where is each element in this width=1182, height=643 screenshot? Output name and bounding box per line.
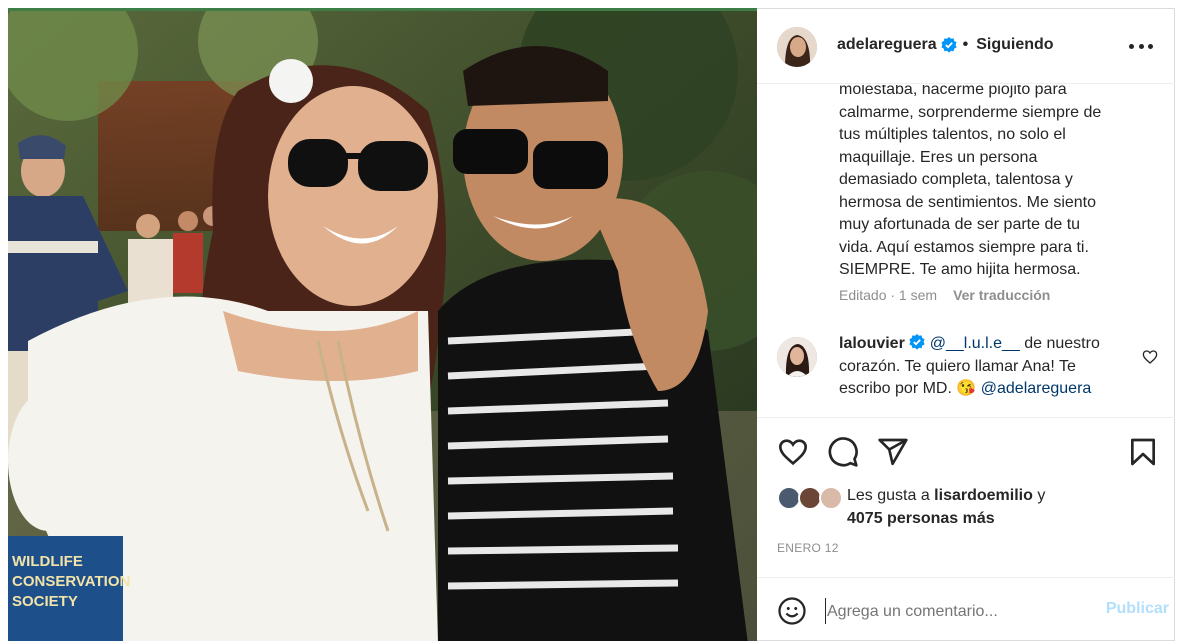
- liker-avatars[interactable]: [777, 486, 843, 510]
- caption-line: calmarme, sorprenderme siempre de: [839, 103, 1102, 121]
- kiss-emoji: 😘: [956, 380, 977, 397]
- caption-line: vida. Aquí estamos siempre para ti.: [839, 238, 1089, 256]
- caption-line: demasiado completa, talentosa y: [839, 171, 1073, 188]
- post-photo[interactable]: WILDLIFE CONSERVATION SOCIETY: [8, 8, 757, 641]
- see-translation-link[interactable]: Ver traducción: [953, 287, 1050, 303]
- following-button[interactable]: Siguiendo: [976, 36, 1053, 54]
- caption-line: hermosa de sentimientos. Me siento: [839, 193, 1097, 211]
- comment-like-heart-icon[interactable]: [1142, 349, 1158, 365]
- likes-count[interactable]: 4075 personas más: [847, 510, 995, 527]
- instagram-post-modal: WILDLIFE CONSERVATION SOCIETY adelaregue…: [0, 0, 1182, 643]
- commenter-username[interactable]: lalouvier: [839, 335, 905, 352]
- edited-timestamp: Editado · 1 sem: [839, 287, 938, 303]
- caption-meta: Editado · 1 sem Ver traducción: [839, 287, 1050, 303]
- liker-avatar: [819, 486, 843, 510]
- comment-body: lalouvier @__l.u.l.e__ de nuestro corazó…: [839, 333, 1139, 401]
- sign-line-1: WILDLIFE: [12, 553, 83, 570]
- commenter-avatar[interactable]: [777, 337, 817, 377]
- text-caret: [825, 598, 826, 624]
- caption-line: SIEMPRE. Te amo hijita hermosa.: [839, 261, 1081, 278]
- wildlife-sign: WILDLIFE CONSERVATION SOCIETY: [8, 536, 130, 641]
- emoji-smiley-icon[interactable]: [777, 596, 807, 626]
- add-comment-input[interactable]: [827, 600, 1077, 624]
- post-date[interactable]: ENERO 12: [777, 541, 839, 555]
- post-side-panel: adelareguera • Siguiendo molestaba, hace…: [757, 8, 1175, 641]
- liker-username[interactable]: lisardoemilio: [934, 487, 1033, 504]
- add-comment-bar: Publicar: [757, 577, 1175, 641]
- likes-prefix: Les gusta a: [847, 487, 935, 504]
- likes-text: Les gusta a lisardoemilio y 4075 persona…: [847, 484, 1147, 530]
- author-line: adelareguera • Siguiendo: [837, 36, 1054, 54]
- caption-line: molestaba, hacerme piojito para: [839, 85, 1067, 98]
- comment-text-2: corazón. Te quiero llamar Ana! Te: [839, 357, 1076, 375]
- caption-line: maquillaje. Eres un persona: [839, 148, 1038, 166]
- separator-dot: •: [962, 36, 969, 53]
- likes-summary: Les gusta a lisardoemilio y 4075 persona…: [777, 482, 1157, 530]
- likes-suffix: y: [1032, 487, 1046, 504]
- save-bookmark-icon[interactable]: [1127, 436, 1159, 468]
- comments-scroll-area[interactable]: molestaba, hacerme piojito para calmarme…: [757, 85, 1175, 417]
- sign-line-2: CONSERVATION: [12, 573, 130, 590]
- comment-mention-2[interactable]: @adelareguera: [981, 380, 1092, 397]
- publish-button[interactable]: Publicar: [1106, 600, 1169, 618]
- like-heart-icon[interactable]: [777, 436, 809, 468]
- share-paper-plane-icon[interactable]: [877, 436, 909, 468]
- comment-text-3: escribo por MD.: [839, 380, 957, 397]
- author-username[interactable]: adelareguera: [837, 36, 937, 54]
- comment-mention[interactable]: @__l.u.l.e__: [930, 335, 1020, 352]
- sign-line-3: SOCIETY: [12, 593, 78, 610]
- post-actions-bar: [757, 417, 1175, 475]
- author-avatar[interactable]: [777, 27, 817, 67]
- caption-line: muy afortunada de ser parte de tu: [839, 216, 1081, 233]
- comment-text-1: de nuestro: [1019, 335, 1100, 352]
- verified-badge-icon: [909, 334, 925, 350]
- more-options-icon[interactable]: [1129, 34, 1153, 58]
- caption-line: tus múltiples talentos, no solo el: [839, 126, 1066, 143]
- verified-badge-icon: [941, 37, 957, 53]
- post-caption: molestaba, hacerme piojito para calmarme…: [839, 85, 1129, 282]
- photo-illustration: WILDLIFE CONSERVATION SOCIETY: [8, 11, 757, 641]
- post-header: adelareguera • Siguiendo: [757, 9, 1175, 84]
- comment-bubble-icon[interactable]: [827, 436, 859, 468]
